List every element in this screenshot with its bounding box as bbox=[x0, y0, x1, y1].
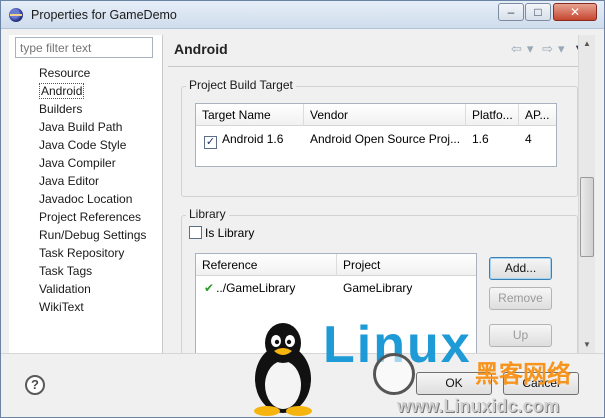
scroll-thumb[interactable] bbox=[580, 177, 594, 257]
tree-item-android[interactable]: Android bbox=[39, 82, 146, 100]
watermark-cn-text: 黑客网络 bbox=[475, 360, 571, 388]
forward-arrow-icon[interactable]: ⇨ bbox=[542, 41, 553, 56]
forward-menu-icon[interactable]: ▾ bbox=[558, 41, 565, 56]
maximize-button[interactable]: □ bbox=[525, 3, 551, 21]
is-library-box[interactable] bbox=[189, 226, 202, 239]
tree-item-run-debug-settings[interactable]: Run/Debug Settings bbox=[39, 226, 146, 244]
column-reference[interactable]: Reference bbox=[196, 254, 337, 276]
page-scrollbar[interactable]: ▲ ▼ bbox=[578, 35, 595, 353]
tree-item-java-build-path[interactable]: Java Build Path bbox=[39, 118, 146, 136]
back-arrow-icon[interactable]: ⇦ bbox=[511, 41, 522, 56]
window-title: Properties for GameDemo bbox=[31, 8, 177, 22]
tree-item-validation[interactable]: Validation bbox=[39, 280, 146, 298]
tux-penguin-icon bbox=[254, 323, 312, 416]
back-menu-icon[interactable]: ▾ bbox=[527, 41, 534, 56]
column-target-name[interactable]: Target Name bbox=[196, 104, 304, 126]
watermark-globe-icon bbox=[373, 353, 415, 395]
library-group-title: Library bbox=[186, 207, 229, 221]
tree-item-project-references[interactable]: Project References bbox=[39, 208, 146, 226]
target-checkbox[interactable]: ✓ bbox=[204, 136, 217, 149]
scroll-down-icon[interactable]: ▼ bbox=[579, 336, 595, 353]
table-row[interactable]: ✓ Android 1.6 bbox=[198, 129, 304, 149]
project-cell: GameLibrary bbox=[343, 281, 413, 295]
help-icon[interactable]: ? bbox=[25, 375, 45, 395]
minimize-button[interactable]: – bbox=[498, 3, 524, 21]
scroll-up-icon[interactable]: ▲ bbox=[579, 35, 595, 52]
library-table-header: Reference Project bbox=[196, 254, 476, 276]
tree-item-resource[interactable]: Resource bbox=[39, 64, 146, 82]
tree-item-javadoc-location[interactable]: Javadoc Location bbox=[39, 190, 146, 208]
check-icon: ✔ bbox=[204, 281, 215, 295]
api-cell: 4 bbox=[525, 132, 532, 146]
column-project[interactable]: Project bbox=[337, 254, 476, 276]
properties-dialog: Properties for GameDemo – □ ✕ Resource A… bbox=[0, 0, 605, 418]
tree-item-task-tags[interactable]: Task Tags bbox=[39, 262, 146, 280]
properties-tree: Resource Android Builders Java Build Pat… bbox=[39, 64, 146, 316]
reference-cell: ../GameLibrary bbox=[216, 281, 296, 295]
column-vendor[interactable]: Vendor bbox=[304, 104, 466, 126]
title-bar[interactable]: Properties for GameDemo – □ ✕ bbox=[1, 1, 604, 29]
vendor-cell: Android Open Source Proj... bbox=[310, 132, 461, 146]
page-nav-controls: ⇦▾ ⇨▾ ▼ bbox=[506, 41, 586, 57]
page-title: Android bbox=[174, 41, 228, 57]
properties-nav: Resource Android Builders Java Build Pat… bbox=[9, 35, 163, 353]
is-library-label: Is Library bbox=[205, 226, 255, 240]
is-library-checkbox[interactable]: Is Library bbox=[189, 226, 254, 240]
tree-item-java-code-style[interactable]: Java Code Style bbox=[39, 136, 146, 154]
watermark-url: www.Linuxidc.com bbox=[397, 396, 560, 416]
build-target-group-title: Project Build Target bbox=[186, 78, 296, 92]
platform-cell: 1.6 bbox=[472, 132, 489, 146]
tree-item-wikitext[interactable]: WikiText bbox=[39, 298, 146, 316]
tree-item-java-editor[interactable]: Java Editor bbox=[39, 172, 146, 190]
android-property-page: Android ⇦ ▾ ⇨ ▾ ▼ Project Build Target Tar… bbox=[163, 35, 596, 363]
build-target-table-header: Target Name Vendor Platfo... AP... bbox=[196, 104, 556, 126]
close-button[interactable]: ✕ bbox=[553, 3, 597, 21]
tree-item-task-repository[interactable]: Task Repository bbox=[39, 244, 146, 262]
remove-button[interactable]: Remove bbox=[489, 287, 552, 310]
title-separator bbox=[168, 66, 586, 67]
build-target-table[interactable]: Target Name Vendor Platfo... AP... ✓ Andr… bbox=[195, 103, 557, 167]
add-button[interactable]: Add... bbox=[489, 257, 552, 280]
tree-item-java-compiler[interactable]: Java Compiler bbox=[39, 154, 146, 172]
tree-item-builders[interactable]: Builders bbox=[39, 100, 146, 118]
up-button[interactable]: Up bbox=[489, 324, 552, 347]
column-platform[interactable]: Platfo... bbox=[466, 104, 519, 126]
column-api[interactable]: AP... bbox=[519, 104, 556, 126]
table-row[interactable]: ✔ ../GameLibrary bbox=[198, 278, 337, 298]
filter-input[interactable] bbox=[15, 37, 153, 58]
eclipse-icon bbox=[9, 8, 23, 22]
target-name-cell: Android 1.6 bbox=[222, 132, 284, 146]
